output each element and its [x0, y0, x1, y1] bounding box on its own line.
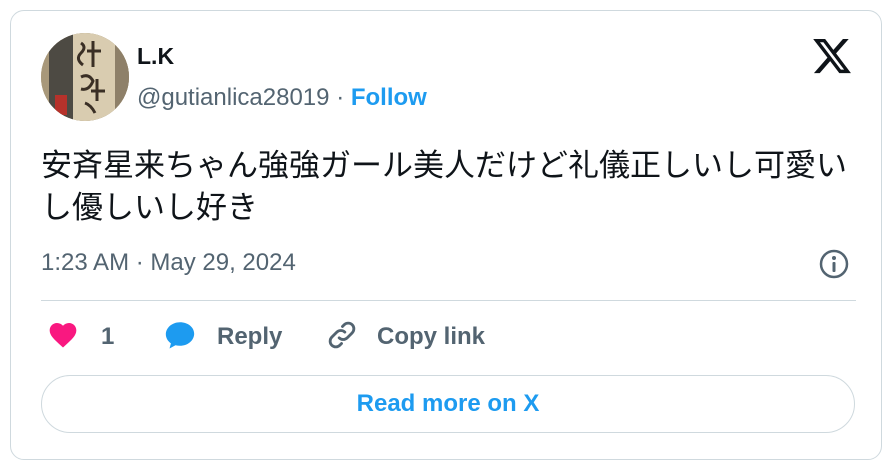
divider: [41, 300, 856, 301]
reply-icon: [163, 318, 197, 357]
copy-link-label: Copy link: [377, 323, 486, 350]
tweet-timestamp[interactable]: 1:23 AM · May 29, 2024: [41, 249, 296, 277]
author-handle-row: @gutianlica28019 · Follow: [137, 84, 427, 112]
avatar[interactable]: [41, 33, 129, 121]
author-handle[interactable]: @gutianlica28019: [137, 84, 330, 111]
like-count: 1: [101, 323, 115, 350]
reply-button[interactable]: Reply: [163, 317, 282, 357]
link-icon: [325, 318, 359, 357]
separator-dot: ·: [336, 84, 345, 111]
copy-link-button[interactable]: Copy link: [325, 317, 485, 357]
heart-icon: [47, 319, 79, 356]
follow-button[interactable]: Follow: [351, 84, 427, 111]
tweet-card: L.K @gutianlica28019 · Follow 安斉星来ちゃん強強ガ…: [10, 10, 882, 460]
author-name[interactable]: L.K: [137, 43, 174, 70]
info-icon[interactable]: [817, 247, 851, 281]
like-button[interactable]: 1: [47, 317, 114, 357]
reply-label: Reply: [217, 323, 283, 350]
tweet-text: 安斉星来ちゃん強強ガール美人だけど礼儀正しいし可愛いし優しいし好き: [41, 148, 847, 226]
x-logo-icon[interactable]: [811, 35, 853, 77]
read-more-button[interactable]: Read more on X: [41, 375, 855, 433]
